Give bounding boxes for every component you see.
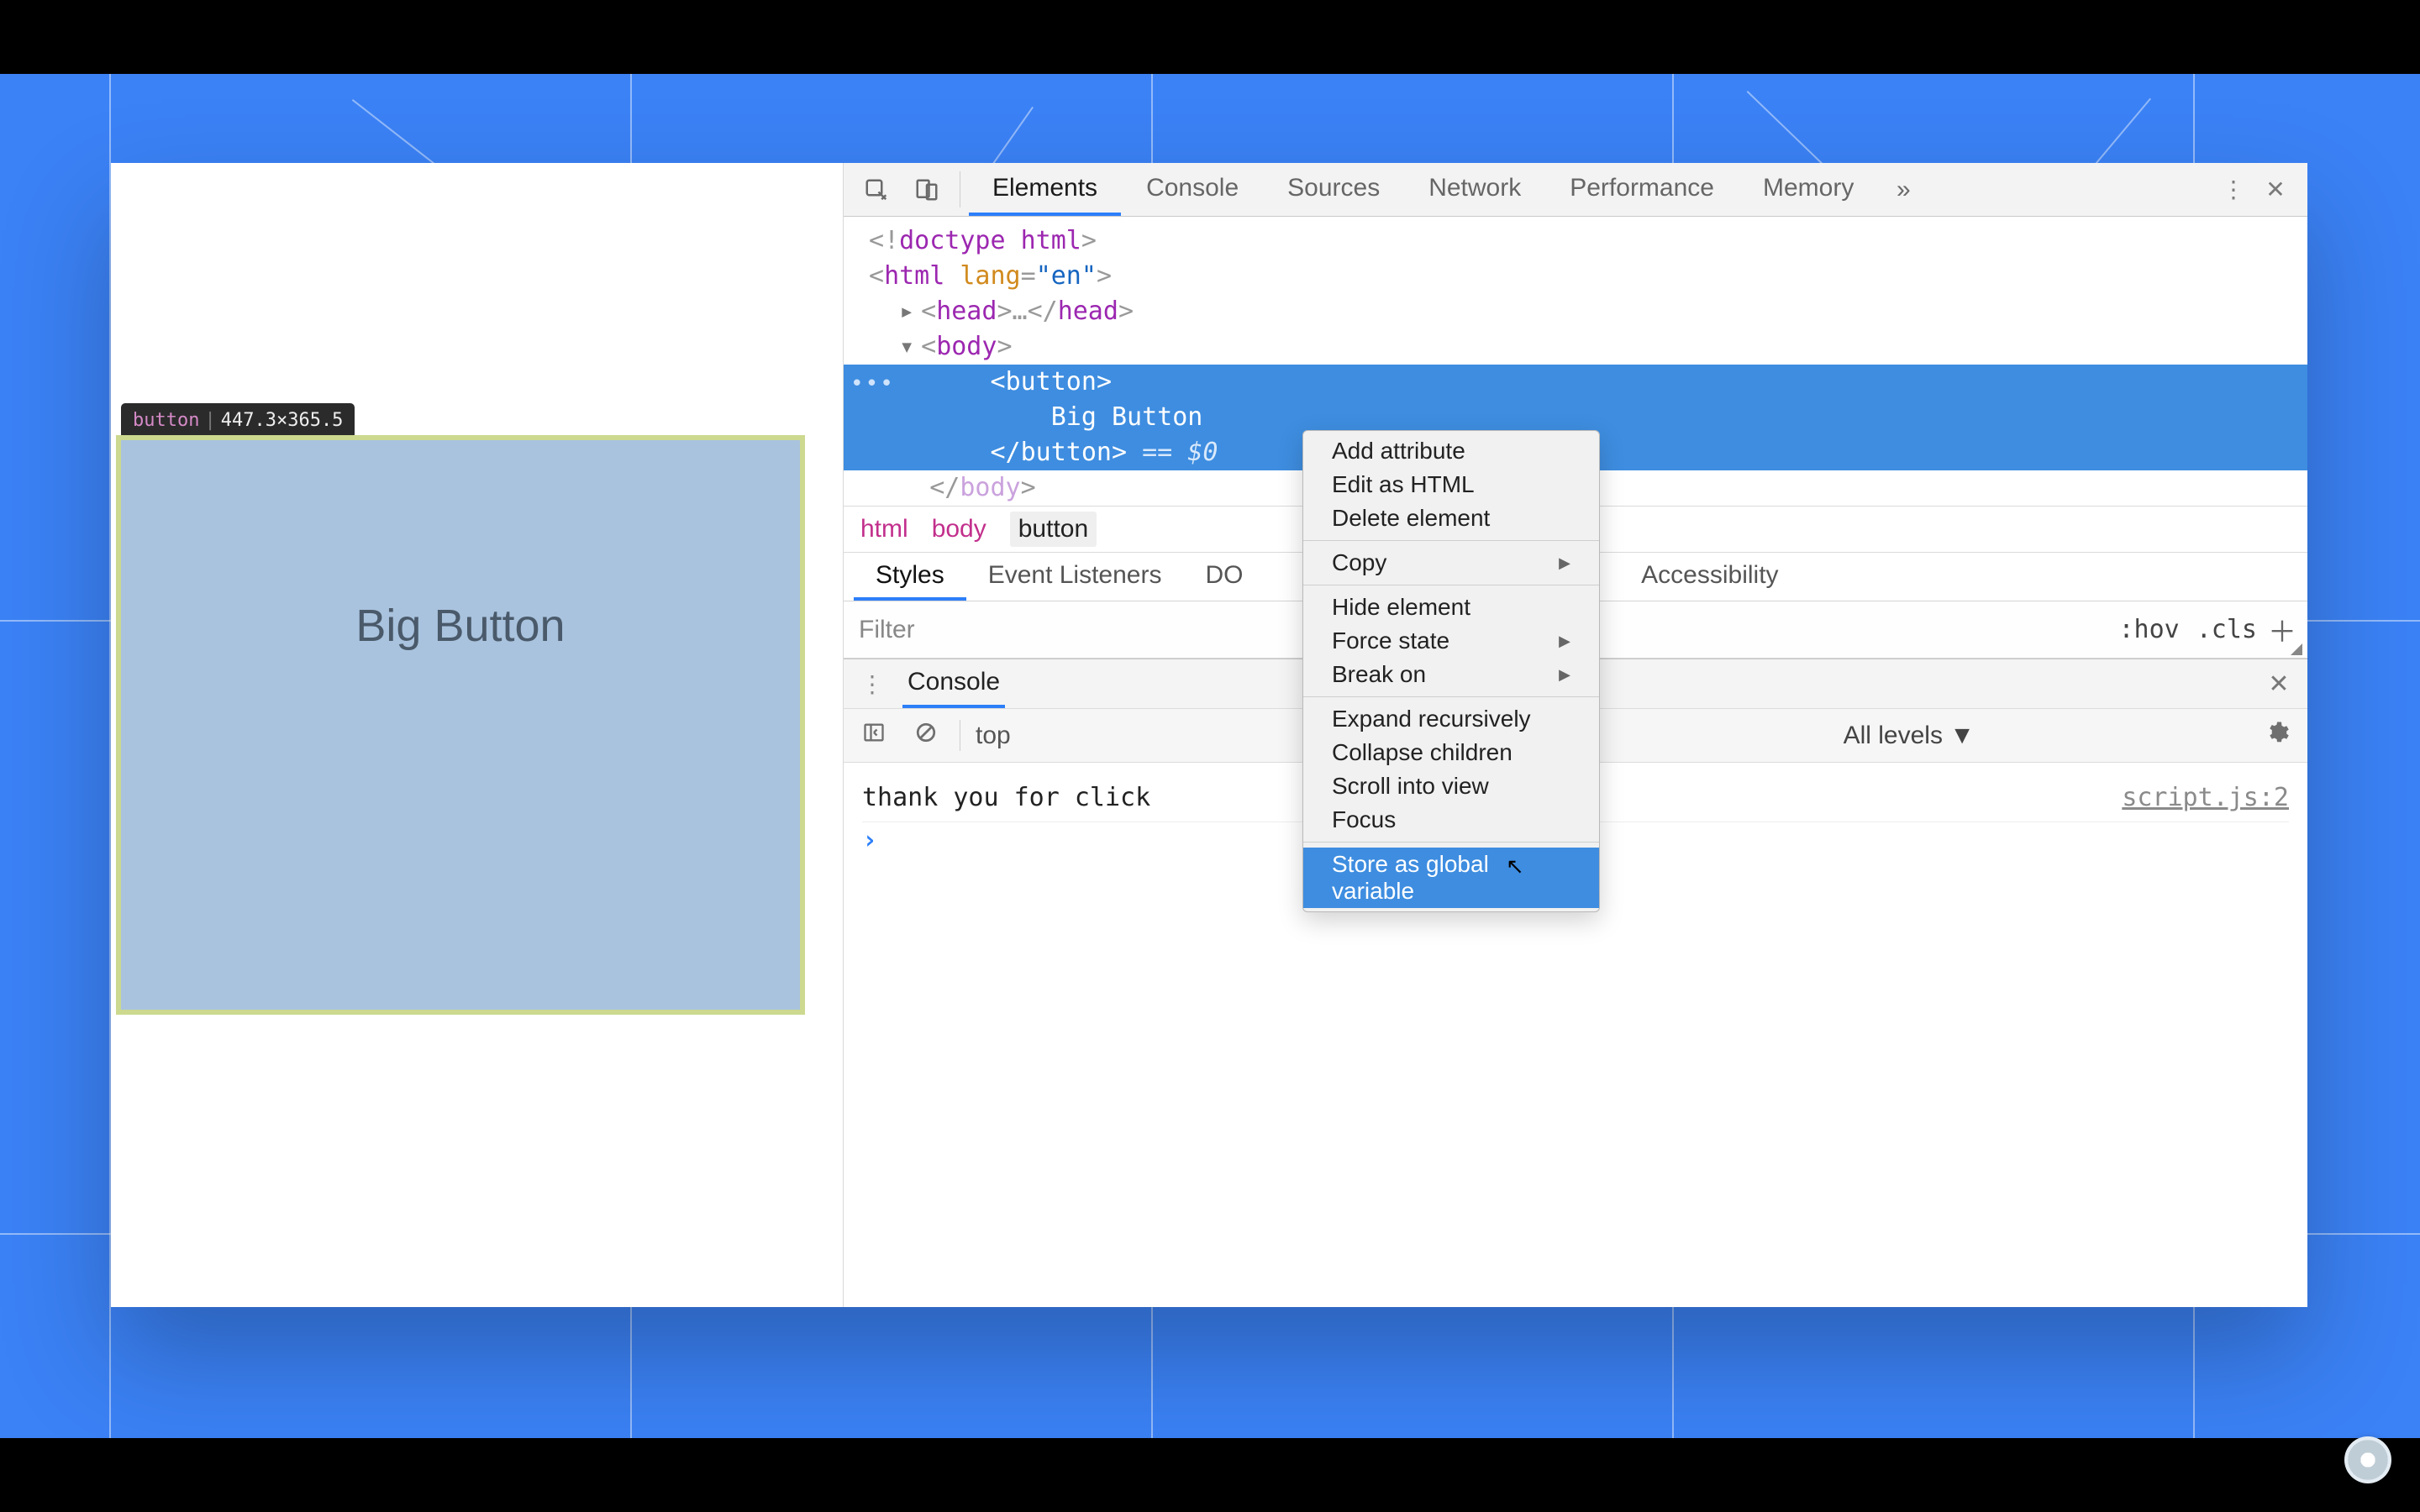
chrome-logo-icon xyxy=(2344,1436,2391,1483)
ctx-item[interactable]: Store as global variable xyxy=(1303,848,1599,908)
cls-toggle[interactable]: .cls xyxy=(2196,615,2257,644)
subtab-styles[interactable]: Styles xyxy=(854,553,966,601)
clear-console-icon[interactable] xyxy=(908,722,944,750)
tab-console[interactable]: Console xyxy=(1123,163,1262,216)
console-sidebar-toggle-icon[interactable] xyxy=(855,721,892,751)
hov-toggle[interactable]: :hov xyxy=(2119,615,2180,644)
inspect-element-icon[interactable] xyxy=(852,163,901,216)
ctx-item[interactable]: Edit as HTML xyxy=(1303,468,1599,501)
ctx-item[interactable]: Force state xyxy=(1303,624,1599,658)
page-preview-pane: button|447.3×365.5 Big Button xyxy=(111,163,844,1307)
tab-elements[interactable]: Elements xyxy=(969,163,1121,216)
demo-window: button|447.3×365.5 Big Button Elements C… xyxy=(111,163,2307,1307)
tab-sources[interactable]: Sources xyxy=(1264,163,1403,216)
inspect-tooltip: button|447.3×365.5 xyxy=(121,403,355,438)
drawer-close-icon[interactable]: ✕ xyxy=(2262,669,2296,699)
tab-network[interactable]: Network xyxy=(1405,163,1544,216)
ctx-item[interactable]: Copy xyxy=(1303,546,1599,580)
crumb-body[interactable]: body xyxy=(932,515,986,543)
tab-memory[interactable]: Memory xyxy=(1739,163,1877,216)
crumb-html[interactable]: html xyxy=(860,515,908,543)
mouse-cursor-icon: ↖ xyxy=(1506,853,1524,879)
new-style-rule-icon[interactable]: ＋ xyxy=(2265,609,2299,650)
drawer-tab-console[interactable]: Console xyxy=(902,659,1005,708)
subtab-event-listeners[interactable]: Event Listeners xyxy=(966,553,1184,601)
crumb-button[interactable]: button xyxy=(1010,512,1097,547)
device-toolbar-icon[interactable] xyxy=(902,163,951,216)
subtab-accessibility[interactable]: Accessibility xyxy=(1619,553,1800,601)
console-settings-icon[interactable] xyxy=(2259,720,2296,752)
ctx-item[interactable]: Collapse children xyxy=(1303,736,1599,769)
ctx-item[interactable]: Focus xyxy=(1303,803,1599,837)
console-log-source[interactable]: script.js:2 xyxy=(2122,780,2289,816)
tab-performance[interactable]: Performance xyxy=(1546,163,1738,216)
filter-input[interactable]: Filter xyxy=(859,616,915,644)
console-log-text: thank you for click xyxy=(862,780,1150,816)
console-levels-selector[interactable]: All levels ▼ xyxy=(1844,722,1975,750)
ctx-item[interactable]: Break on xyxy=(1303,658,1599,691)
console-context-selector[interactable]: top xyxy=(976,722,1011,750)
big-button[interactable]: Big Button xyxy=(116,435,805,1015)
ctx-item[interactable]: Hide element xyxy=(1303,591,1599,624)
ctx-item[interactable]: Scroll into view xyxy=(1303,769,1599,803)
ctx-item[interactable]: Delete element xyxy=(1303,501,1599,535)
close-devtools-icon[interactable]: ✕ xyxy=(2255,163,2296,216)
subtab-dom-breakpoints[interactable]: DOM… xyxy=(1183,553,1242,601)
tooltip-tagname: button xyxy=(133,410,199,431)
devtools-tabbar: Elements Console Sources Network Perform… xyxy=(844,163,2307,217)
element-context-menu[interactable]: Add attributeEdit as HTMLDelete element C… xyxy=(1302,430,1600,912)
kebab-menu-icon[interactable]: ⋮ xyxy=(2213,163,2254,216)
more-tabs-icon[interactable]: » xyxy=(1879,163,1928,216)
ctx-item[interactable]: Add attribute xyxy=(1303,434,1599,468)
tooltip-dimensions: 447.3×365.5 xyxy=(221,410,344,431)
drawer-kebab-icon[interactable]: ⋮ xyxy=(855,670,889,698)
ctx-item[interactable]: Expand recursively xyxy=(1303,702,1599,736)
